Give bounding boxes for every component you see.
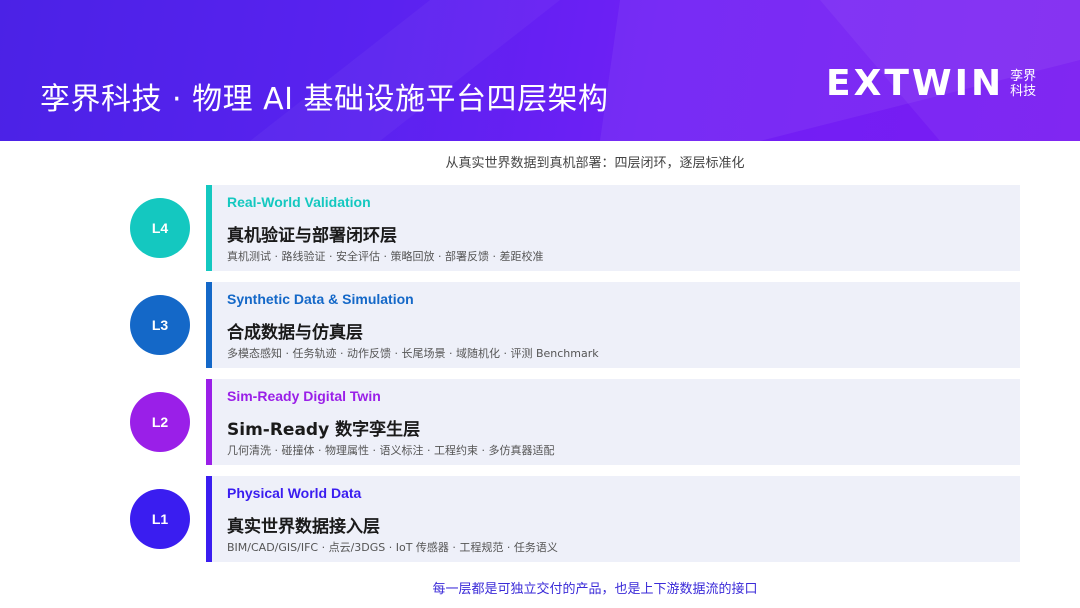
layer-card-l2: Sim-Ready Digital Twin Sim-Ready 数字孪生层 几… [206,379,1020,465]
header-banner: 孪界科技 · 物理 AI 基础设施平台四层架构 EXTWIN 孪界 科技 [0,0,1080,141]
layer-tags: 真机测试 · 路线验证 · 安全评估 · 策略回放 · 部署反馈 · 差距校准 [227,250,544,263]
layer-card-l4: Real-World Validation 真机验证与部署闭环层 真机测试 · … [206,185,1020,271]
logo-wordmark: EXTWIN [826,63,1005,104]
layer-card-l1: Physical World Data 真实世界数据接入层 BIM/CAD/GI… [206,476,1020,562]
brand-logo: EXTWIN 孪界 科技 [826,64,1036,104]
layer-tags: BIM/CAD/GIS/IFC · 点云/3DGS · IoT 传感器 · 工程… [227,541,558,554]
layer-tags: 多模态感知 · 任务轨迹 · 动作反馈 · 长尾场景 · 域随机化 · 评测 B… [227,347,599,360]
page-title: 孪界科技 · 物理 AI 基础设施平台四层架构 [40,82,609,117]
logo-cn-top: 孪界 [1010,69,1037,84]
logo-cn-bottom: 科技 [1010,84,1037,99]
layer-en-title: Real-World Validation [227,194,371,210]
layer-badge-l2: L2 [130,392,190,452]
subtitle: 从真实世界数据到真机部署：四层闭环，逐层标准化 [445,156,745,171]
layer-tags: 几何清洗 · 碰撞体 · 物理属性 · 语义标注 · 工程约束 · 多仿真器适配 [227,444,555,457]
logo-chinese: 孪界 科技 [1010,69,1036,99]
layer-card-l3: Synthetic Data & Simulation 合成数据与仿真层 多模态… [206,282,1020,368]
layer-cn-title: Sim-Ready 数字孪生层 [227,420,421,440]
layer-cn-title: 真实世界数据接入层 [227,517,380,537]
layer-en-title: Synthetic Data & Simulation [227,291,414,307]
footer-note: 每一层都是可独立交付的产品，也是上下游数据流的接口 [432,582,758,597]
layer-badge-l3: L3 [130,295,190,355]
layer-cn-title: 合成数据与仿真层 [227,323,363,343]
layer-badge-l4: L4 [130,198,190,258]
layer-en-title: Sim-Ready Digital Twin [227,388,381,404]
layer-en-title: Physical World Data [227,485,362,501]
layer-cn-title: 真机验证与部署闭环层 [227,226,397,246]
layer-badge-l1: L1 [130,489,190,549]
